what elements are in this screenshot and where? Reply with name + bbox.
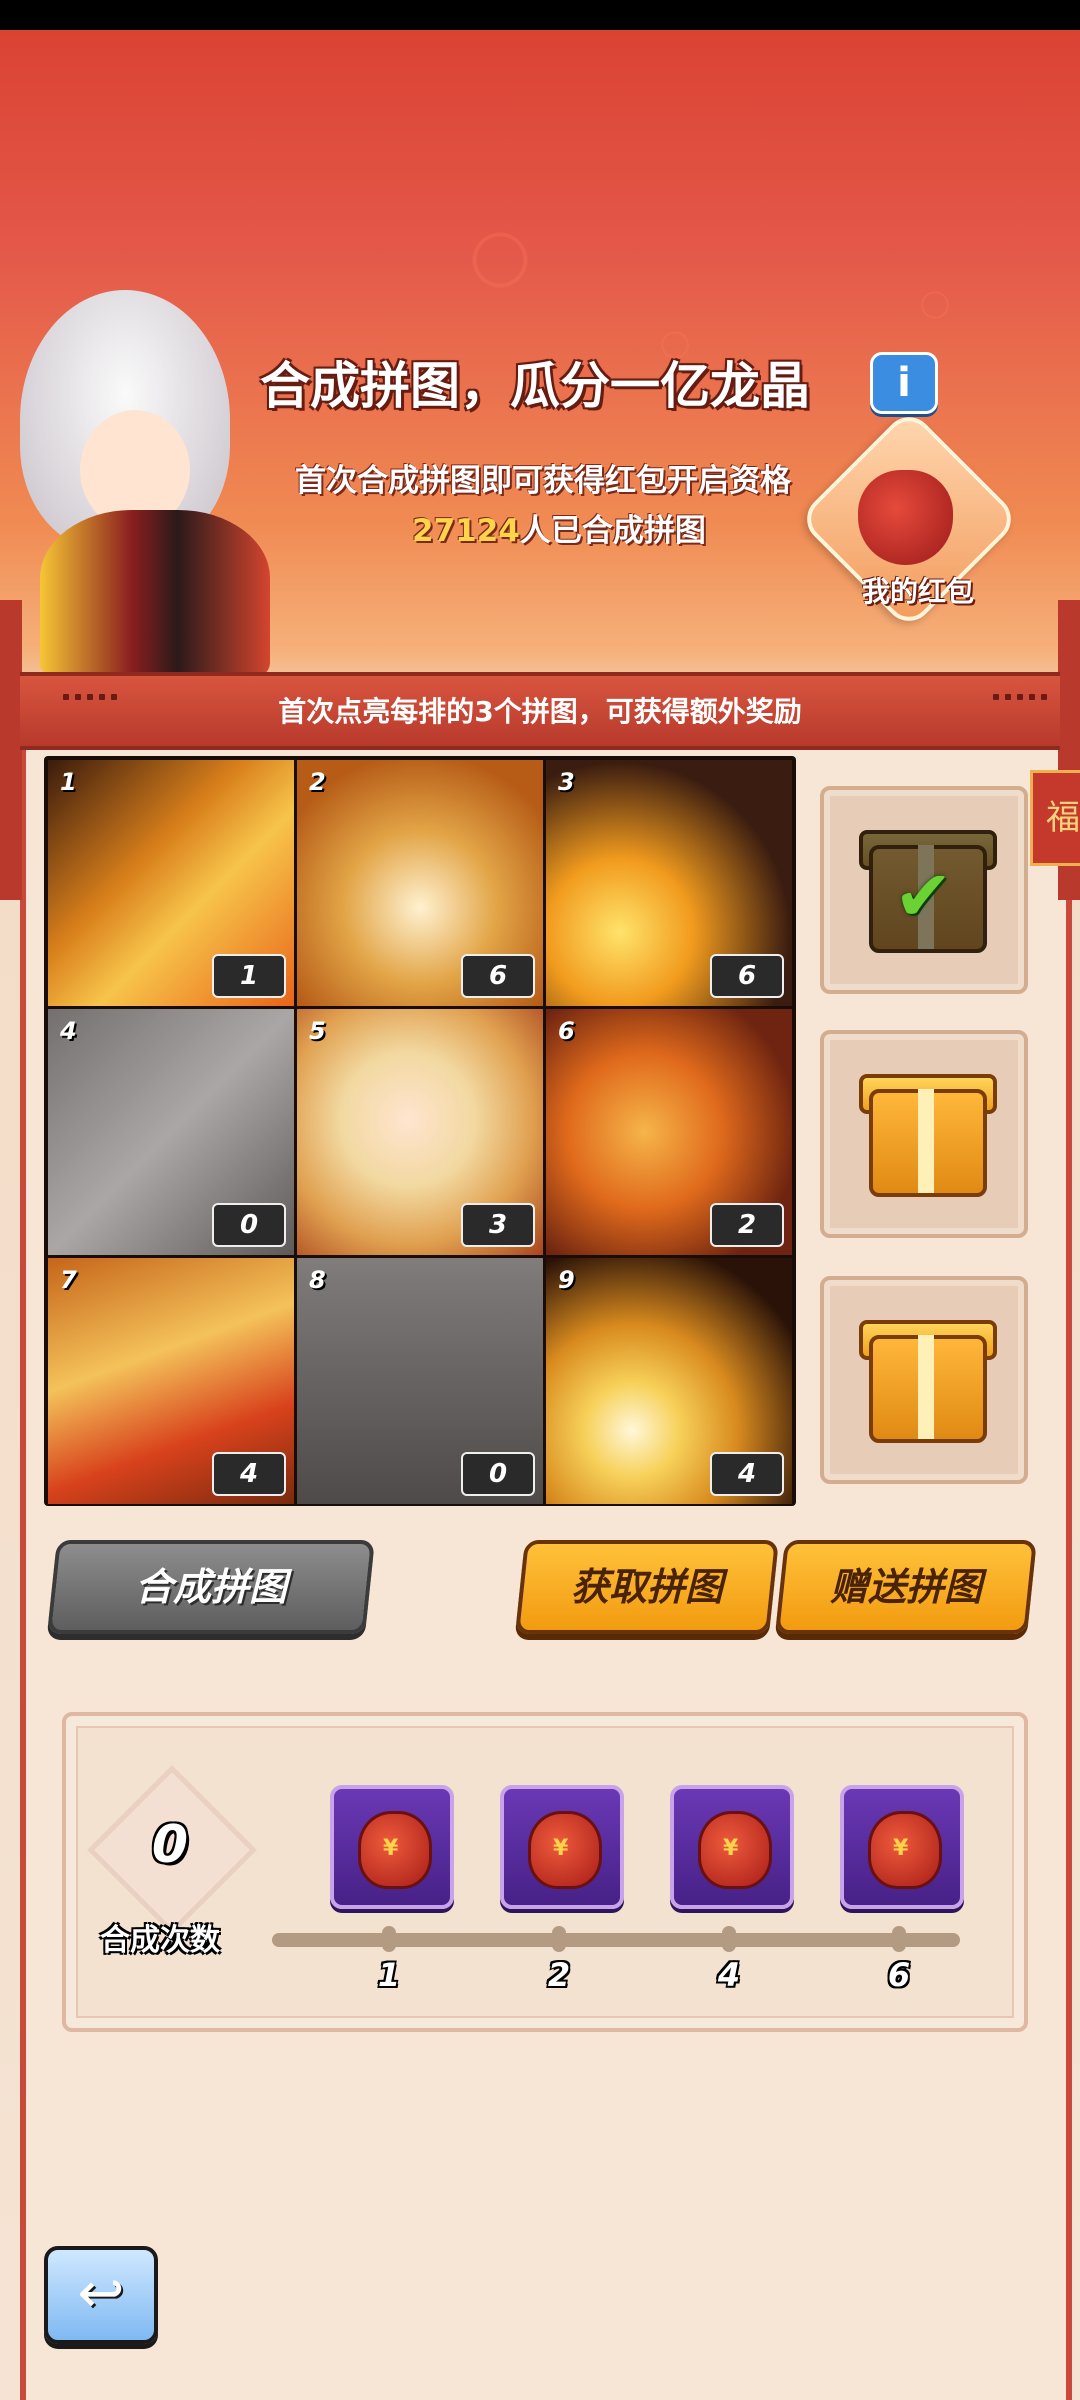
event-subtitle: 首次合成拼图即可获得红包开启资格 xyxy=(295,463,791,499)
puzzle-piece-5[interactable]: 5 3 xyxy=(297,1009,543,1255)
milestone-reward-4[interactable] xyxy=(670,1785,794,1909)
red-envelope-bag-icon xyxy=(358,1811,432,1889)
gift-puzzle-button[interactable]: 赠送拼图 xyxy=(775,1540,1037,1634)
info-button[interactable]: i xyxy=(870,352,938,414)
puzzle-piece-6[interactable]: 6 2 xyxy=(546,1009,792,1255)
milestone-label: 6 xyxy=(887,1956,911,1994)
left-tassel-decoration xyxy=(0,600,22,900)
my-redpack-label: 我的红包 xyxy=(862,575,975,608)
participant-count-value: 27124 xyxy=(412,513,520,549)
piece-count-badge: 1 xyxy=(212,954,286,998)
combine-button-label: 合成拼图 xyxy=(134,1565,287,1609)
milestone-label: 4 xyxy=(717,1956,741,1994)
character-body xyxy=(40,510,270,680)
get-puzzle-button[interactable]: 获取拼图 xyxy=(515,1540,779,1634)
participant-count: 27124人已合成拼图 xyxy=(412,505,706,550)
piece-count-badge: 2 xyxy=(710,1203,784,1247)
piece-number: 4 xyxy=(60,1017,77,1045)
piece-count-badge: 6 xyxy=(461,954,535,998)
red-envelope-bag-icon xyxy=(528,1811,602,1889)
milestone-reward-6[interactable] xyxy=(840,1785,964,1909)
event-title: 合成拼图，瓜分一亿龙晶 xyxy=(260,357,810,415)
puzzle-piece-2[interactable]: 2 6 xyxy=(297,760,543,1006)
combine-times-label: 合成次数 xyxy=(100,1923,220,1958)
puzzle-piece-7[interactable]: 7 4 xyxy=(48,1258,294,1504)
puzzle-piece-3[interactable]: 3 6 xyxy=(546,760,792,1006)
piece-count-badge: 4 xyxy=(212,1452,286,1496)
gift-box-icon xyxy=(869,1335,987,1443)
milestone-reward-2[interactable] xyxy=(500,1785,624,1909)
puzzle-piece-9[interactable]: 9 4 xyxy=(546,1258,792,1504)
get-button-label: 获取拼图 xyxy=(570,1565,723,1609)
firework-decoration xyxy=(410,170,590,350)
combine-times-value: 0 xyxy=(151,1815,189,1875)
combine-puzzle-button[interactable]: 合成拼图 xyxy=(47,1540,375,1634)
piece-number: 6 xyxy=(558,1017,575,1045)
gift-button-label: 赠送拼图 xyxy=(829,1565,982,1609)
piece-number: 5 xyxy=(309,1017,326,1045)
progress-tick xyxy=(892,1926,906,1952)
participant-count-suffix: 人已合成拼图 xyxy=(519,513,706,549)
milestone-reward-1[interactable] xyxy=(330,1785,454,1909)
back-arrow-icon[interactable]: ↩ xyxy=(44,2246,158,2344)
red-envelope-bag-icon xyxy=(868,1811,942,1889)
piece-count-badge: 4 xyxy=(710,1452,784,1496)
row-3-reward[interactable] xyxy=(820,1276,1028,1484)
piece-count-badge: 6 xyxy=(710,954,784,998)
red-envelope-bag-icon xyxy=(698,1811,772,1889)
puzzle-piece-8[interactable]: 8 0 xyxy=(297,1258,543,1504)
gift-box-icon xyxy=(869,1089,987,1197)
piece-count-badge: 0 xyxy=(212,1203,286,1247)
progress-tick xyxy=(722,1926,736,1952)
piece-count-badge: 0 xyxy=(461,1452,535,1496)
check-icon: ✔ xyxy=(894,855,953,937)
piece-number: 1 xyxy=(60,768,77,796)
puzzle-event-screen: 合成拼图，瓜分一亿龙晶 i 首次合成拼图即可获得红包开启资格 27124人已合成… xyxy=(0,0,1080,2400)
piece-number: 7 xyxy=(60,1266,77,1294)
progress-tick xyxy=(382,1926,396,1952)
firework-decoration xyxy=(890,260,980,350)
puzzle-piece-4[interactable]: 4 0 xyxy=(48,1009,294,1255)
banner-text: 首次点亮每排的3个拼图，可获得额外奖励 xyxy=(278,695,802,728)
piece-number: 2 xyxy=(309,768,326,796)
progress-track xyxy=(272,1933,960,1947)
row-1-reward[interactable]: ✔ xyxy=(820,786,1028,994)
row-2-reward[interactable] xyxy=(820,1030,1028,1238)
milestone-label: 1 xyxy=(377,1956,401,1994)
piece-number: 3 xyxy=(558,768,575,796)
piece-number: 9 xyxy=(558,1266,575,1294)
piece-number: 8 xyxy=(309,1266,326,1294)
puzzle-board: 1 1 2 6 3 6 4 0 5 3 6 2 7 4 8 0 9 4 xyxy=(44,756,796,1506)
progress-tick xyxy=(552,1926,566,1952)
status-bar xyxy=(0,0,1080,30)
red-envelope-bag-icon xyxy=(858,470,953,565)
puzzle-piece-1[interactable]: 1 1 xyxy=(48,760,294,1006)
milestone-label: 2 xyxy=(547,1956,571,1994)
fu-sign-decoration: 福 xyxy=(1030,770,1080,866)
piece-count-badge: 3 xyxy=(461,1203,535,1247)
bonus-banner: 首次点亮每排的3个拼图，可获得额外奖励 xyxy=(20,672,1060,750)
